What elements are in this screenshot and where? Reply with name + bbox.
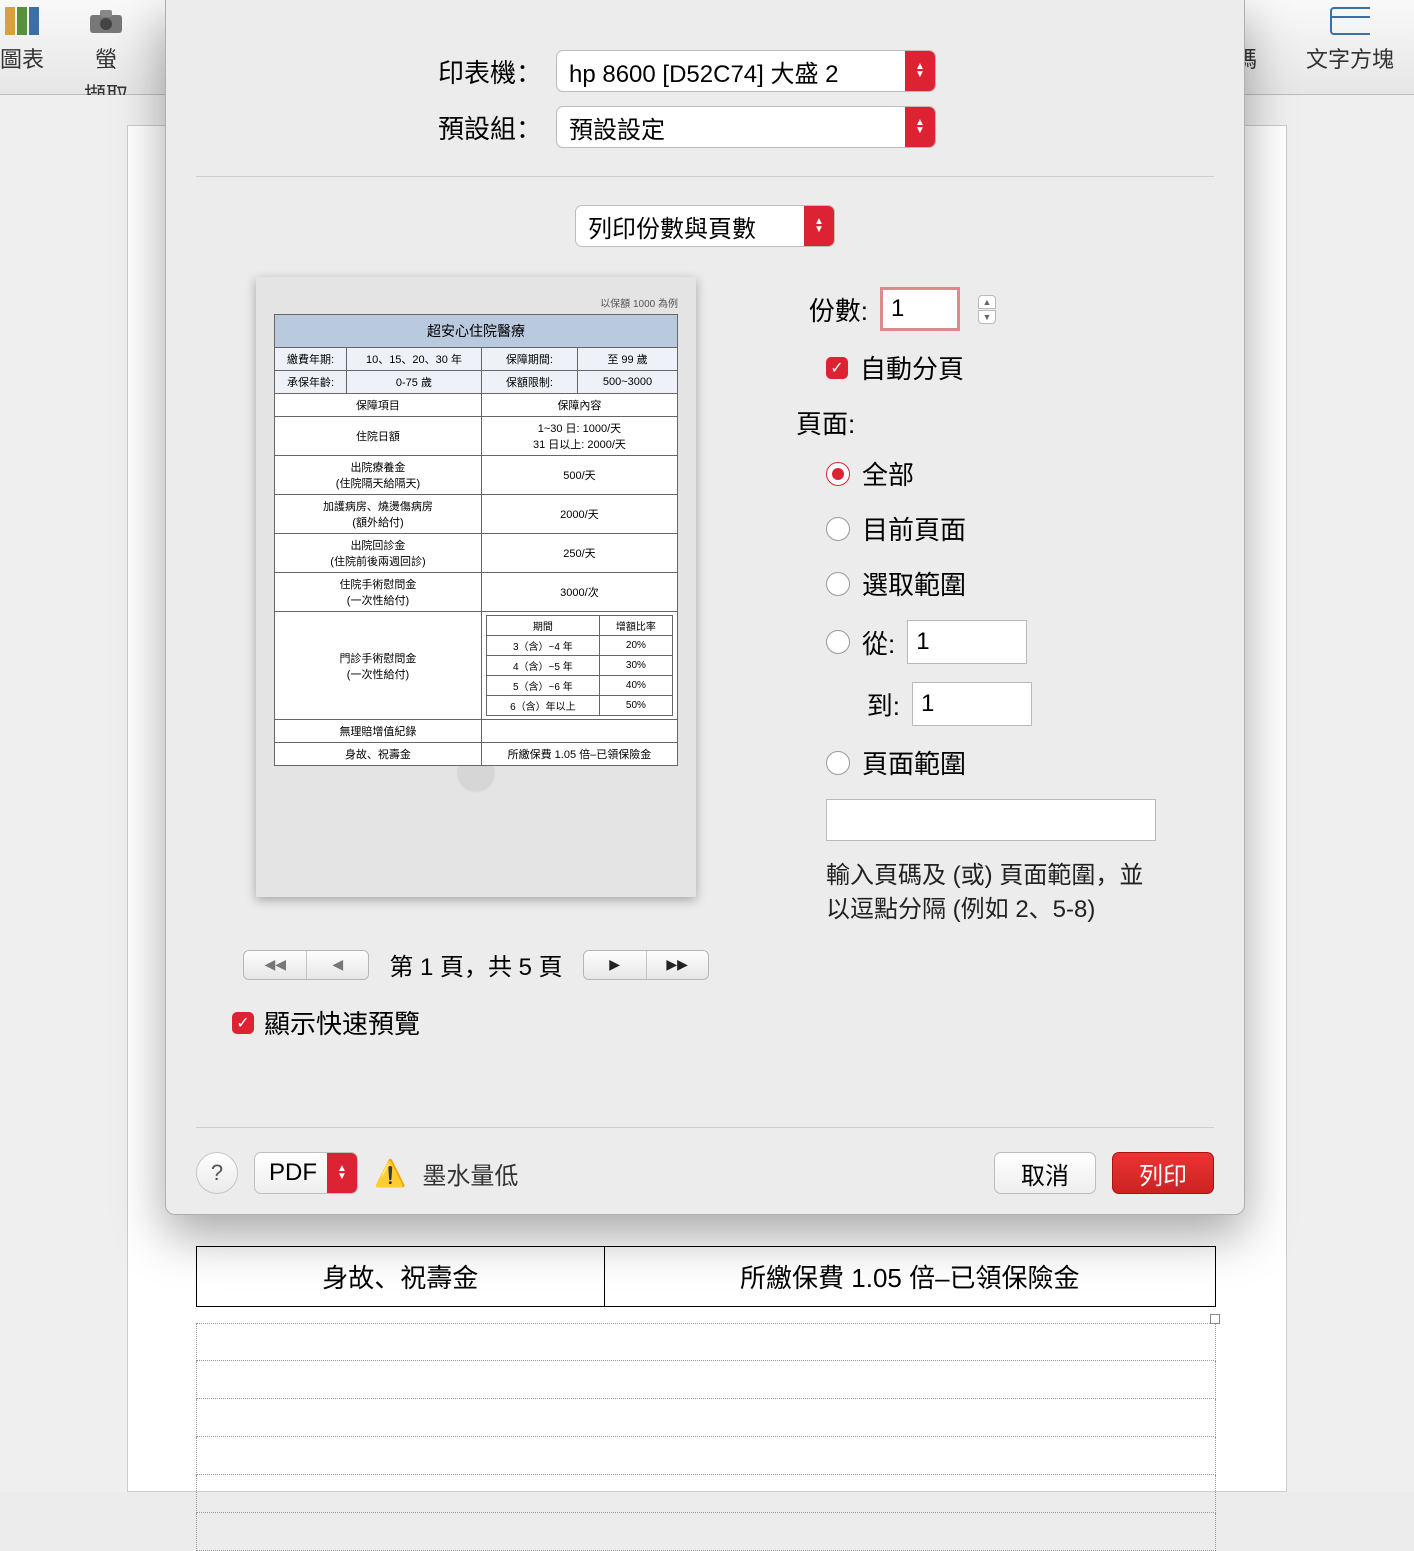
divider (196, 176, 1214, 177)
radio-selection-label: 選取範圍 (862, 565, 966, 602)
preset-select[interactable]: 預設設定 ▲▼ (556, 106, 936, 148)
printer-value: hp 8600 [D52C74] 大盛 2 (569, 54, 839, 89)
radio-selection[interactable] (826, 572, 850, 596)
dropdown-arrows-icon: ▲▼ (905, 51, 935, 91)
dropdown-arrows-icon: ▲▼ (905, 107, 935, 147)
chart-icon (2, 4, 42, 38)
preview-title: 超安心住院醫療 (275, 315, 678, 348)
printer-label: 印表機： (196, 53, 556, 90)
pdf-label: PDF (269, 1159, 317, 1187)
preview-table: 超安心住院醫療 繳費年期: 10、15、20、30 年 保障期間: 至 99 歲… (274, 314, 678, 766)
pager-status: 第 1 頁，共 5 頁 (389, 947, 562, 982)
radio-from[interactable] (826, 630, 850, 654)
toolbar-label: 文字方塊 (1306, 42, 1394, 74)
cancel-button[interactable]: 取消 (994, 1152, 1096, 1194)
collate-checkbox[interactable]: ✓ (826, 357, 848, 379)
ink-low-text: 墨水量低 (422, 1156, 518, 1191)
pdf-dropdown[interactable]: PDF ▲▼ (254, 1152, 358, 1194)
print-preview: 以保額 1000 為例 超安心住院醫療 繳費年期: 10、15、20、30 年 … (256, 277, 696, 897)
from-input[interactable]: 1 (907, 620, 1027, 664)
page-range-hint: 輸入頁碼及 (或) 頁面範圍，並以逗點分隔 (例如 2、5-8) (826, 859, 1166, 926)
toolbar-label: 螢 (95, 42, 117, 74)
pager-next-button[interactable]: ▶ (584, 951, 646, 979)
bg-table-row: 身故、祝壽金 所繳保費 1.05 倍–已領保險金 (196, 1246, 1216, 1307)
help-button[interactable]: ? (196, 1152, 238, 1194)
radio-from-label: 從: (862, 624, 895, 661)
preset-value: 預設設定 (569, 110, 665, 145)
collate-label: 自動分頁 (860, 349, 964, 386)
to-label: 到: (856, 686, 900, 723)
print-button[interactable]: 列印 (1112, 1152, 1214, 1194)
dropdown-arrows-icon: ▲▼ (804, 206, 834, 246)
bg-cell: 所繳保費 1.05 倍–已領保險金 (604, 1247, 1215, 1307)
preview-pager: ◀◀ ◀ 第 1 頁，共 5 頁 ▶ ▶▶ (243, 947, 708, 982)
camera-icon (86, 4, 126, 38)
printer-select[interactable]: hp 8600 [D52C74] 大盛 2 ▲▼ (556, 50, 936, 92)
pager-last-button[interactable]: ▶▶ (646, 951, 708, 979)
bg-cell: 身故、祝壽金 (197, 1247, 605, 1307)
bg-empty-grid (196, 1323, 1216, 1551)
radio-range-label: 頁面範圍 (862, 744, 966, 781)
radio-all-label: 全部 (862, 455, 914, 492)
preset-label: 預設組： (196, 109, 556, 146)
toolbar-item-chart[interactable]: 圖表 (0, 4, 44, 74)
dropdown-arrows-icon: ▲▼ (327, 1153, 357, 1193)
to-input[interactable]: 1 (912, 682, 1032, 726)
textbox-icon (1330, 4, 1370, 38)
print-dialog: 印表機： hp 8600 [D52C74] 大盛 2 ▲▼ 預設組： 預設設定 … (165, 0, 1245, 1215)
section-value: 列印份數與頁數 (588, 209, 756, 244)
radio-all[interactable] (826, 462, 850, 486)
copies-input[interactable]: 1 (880, 287, 960, 331)
quick-preview-label: 顯示快速預覽 (264, 1004, 420, 1041)
quick-preview-checkbox[interactable]: ✓ (232, 1012, 254, 1034)
copies-label: 份數: (796, 291, 868, 328)
copies-stepper[interactable]: ▲▼ (978, 295, 996, 324)
pages-label: 頁面: (796, 404, 1214, 441)
radio-range[interactable] (826, 751, 850, 775)
pager-prev-button[interactable]: ◀ (306, 951, 368, 979)
preview-note: 以保額 1000 為例 (274, 295, 678, 310)
section-select[interactable]: 列印份數與頁數 ▲▼ (575, 205, 835, 247)
pager-first-button[interactable]: ◀◀ (244, 951, 306, 979)
warning-icon: ⚠️ (374, 1158, 406, 1189)
page-range-input[interactable] (826, 799, 1156, 841)
toolbar-label: 圖表 (0, 42, 44, 74)
radio-current[interactable] (826, 517, 850, 541)
radio-current-label: 目前頁面 (862, 510, 966, 547)
toolbar-item-textbox[interactable]: 文字方塊 (1306, 4, 1394, 74)
